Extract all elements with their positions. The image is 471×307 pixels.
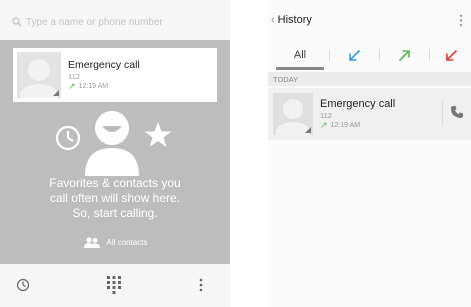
tab-selected-indicator — [276, 67, 324, 70]
call-history-screen: ‹ History All TODAY Emergency call 112 ↗… — [268, 0, 471, 307]
clock-icon — [55, 125, 81, 151]
outgoing-call-icon: ↗ — [68, 81, 76, 91]
call-log-name: Emergency call — [320, 98, 396, 110]
history-clock-icon — [16, 278, 30, 292]
back-icon[interactable]: ‹ — [271, 14, 275, 26]
favorites-empty-message: Favorites & contacts you call often will… — [49, 176, 181, 220]
page-title: History — [277, 14, 312, 26]
outgoing-call-icon: ↗ — [320, 120, 328, 130]
row-divider — [442, 100, 443, 126]
outgoing-call-icon — [398, 49, 410, 61]
history-action-bar: ‹ History — [268, 0, 471, 40]
all-contacts-label: All contacts — [106, 238, 148, 247]
overflow-menu-button[interactable] — [199, 278, 203, 292]
recent-call-card[interactable]: Emergency call 112 ↗ 12:19 AM — [13, 48, 217, 102]
dialer-favorites-screen: Type a name or phone number Emergency ca… — [0, 0, 230, 307]
all-contacts-button[interactable]: All contacts — [0, 237, 230, 248]
search-bar[interactable]: Type a name or phone number — [12, 9, 220, 35]
search-placeholder: Type a name or phone number — [26, 16, 163, 28]
dialpad-button[interactable] — [106, 275, 122, 295]
call-log-time: 12:19 AM — [330, 122, 361, 129]
phone-icon — [451, 106, 463, 118]
incoming-call-icon — [348, 49, 360, 61]
call-back-button[interactable] — [450, 105, 464, 124]
dialpad-icon — [107, 276, 121, 294]
search-icon — [12, 17, 22, 27]
person-icon — [85, 111, 139, 176]
missed-call-icon — [445, 49, 457, 61]
call-log-number: 112 — [320, 111, 332, 120]
history-filter-tabs: All — [268, 40, 471, 70]
history-button[interactable] — [16, 278, 30, 292]
tab-all[interactable]: All — [276, 40, 324, 70]
overflow-menu-icon — [199, 278, 203, 292]
recent-call-name: Emergency call — [68, 59, 140, 71]
contact-avatar — [17, 52, 61, 98]
tab-missed[interactable] — [434, 40, 468, 70]
section-header-today: TODAY — [268, 72, 471, 86]
star-icon — [144, 122, 172, 147]
history-overflow-button[interactable] — [459, 14, 463, 32]
favorites-placeholder-illustration — [55, 111, 172, 176]
contact-avatar — [273, 93, 313, 135]
overflow-menu-icon — [459, 14, 463, 27]
recent-call-time: 12:19 AM — [78, 83, 109, 90]
tab-outgoing[interactable] — [384, 40, 424, 70]
dialer-bottom-bar — [0, 264, 230, 307]
recent-call-number: 112 — [68, 72, 80, 81]
call-log-row[interactable]: Emergency call 112 ↗ 12:19 AM — [268, 88, 471, 140]
tab-incoming[interactable] — [334, 40, 374, 70]
contacts-icon — [83, 237, 100, 248]
